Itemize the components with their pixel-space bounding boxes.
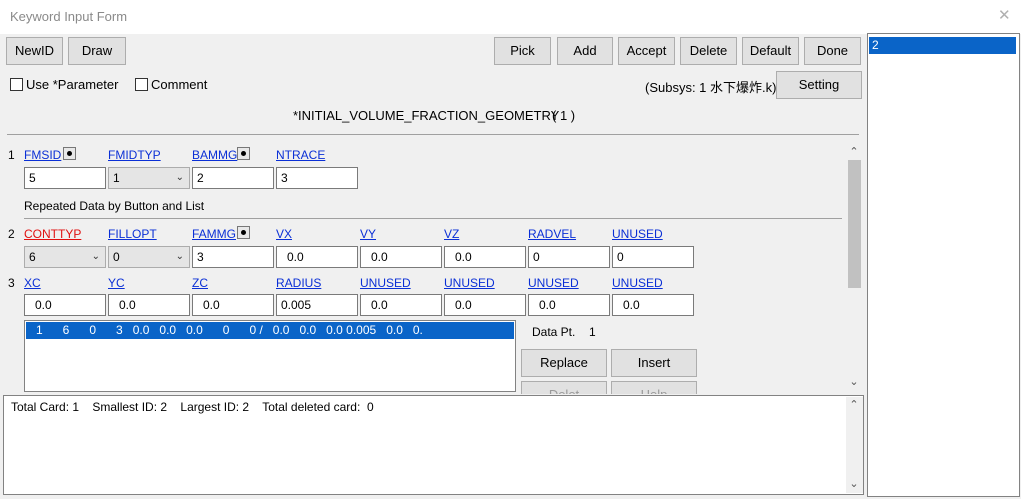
replace-button[interactable]: Replace [521, 349, 607, 377]
id-list[interactable] [867, 33, 1020, 497]
field-label-vx[interactable]: VX [276, 227, 292, 241]
conttyp-value: 6 [29, 250, 36, 264]
pick-dot-icon[interactable] [237, 147, 250, 160]
insert-button[interactable]: Insert [611, 349, 697, 377]
field-label-fillopt[interactable]: FILLOPT [108, 227, 157, 241]
field-label-yc[interactable]: YC [108, 276, 125, 290]
xc-input[interactable]: 0.0 [24, 294, 106, 316]
data-pt-value: 1 [589, 325, 596, 339]
fillopt-value: 0 [113, 250, 120, 264]
field-label-xc[interactable]: XC [24, 276, 41, 290]
field-label-unused[interactable]: UNUSED [444, 276, 495, 290]
chevron-down-icon: ⌄ [91, 251, 100, 262]
unused-input[interactable]: 0.0 [360, 294, 442, 316]
field-label-conttyp[interactable]: CONTTYP [24, 227, 81, 241]
keyword-count: ( 1 ) [552, 108, 576, 123]
comment-checkbox[interactable] [135, 78, 148, 91]
repeated-data-list[interactable]: 1 6 0 3 0.0 0.0 0.0 0 0 / 0.0 0.0 0.0 0.… [24, 320, 516, 392]
clipped-button-area: Delet Help [521, 381, 697, 394]
use-parameter-label: Use *Parameter [26, 77, 119, 92]
fmidtyp-select[interactable]: 1 ⌄ [108, 167, 190, 189]
fammg-input[interactable]: 3 [192, 246, 274, 268]
radius-input[interactable]: 0.005 [276, 294, 358, 316]
delete-button[interactable]: Delete [680, 37, 737, 65]
field-label-radvel[interactable]: RADVEL [528, 227, 576, 241]
subsys-label: (Subsys: 1 水下爆炸.k) [645, 80, 777, 95]
main-scrollbar[interactable]: ⌃ ⌄ [846, 143, 863, 393]
field-label-radius[interactable]: RADIUS [276, 276, 321, 290]
use-parameter-checkbox[interactable] [10, 78, 23, 91]
vy-input[interactable]: 0.0 [360, 246, 442, 268]
scroll-up-icon[interactable]: ⌃ [846, 145, 862, 158]
pick-dot-icon[interactable] [63, 147, 76, 160]
unused-input[interactable]: 0.0 [528, 294, 610, 316]
repeated-data-header: Repeated Data by Button and List [24, 199, 205, 213]
chevron-down-icon: ⌄ [175, 251, 184, 262]
accept-button[interactable]: Accept [618, 37, 675, 65]
status-text: Total Card: 1 Smallest ID: 2 Largest ID:… [11, 400, 374, 414]
field-label-vy[interactable]: VY [360, 227, 376, 241]
status-scrollbar[interactable]: ⌃ ⌄ [846, 397, 863, 493]
data-pt-label: Data Pt. [532, 325, 576, 339]
vz-input[interactable]: 0.0 [444, 246, 526, 268]
card-1-number: 1 [8, 148, 15, 162]
add-button[interactable]: Add [557, 37, 613, 65]
title-bar [0, 0, 1021, 34]
help-button[interactable]: Help [611, 381, 697, 394]
comment-label: Comment [151, 77, 208, 92]
field-label-unused[interactable]: UNUSED [612, 227, 663, 241]
divider [24, 218, 842, 219]
unused-input[interactable]: 0 [612, 246, 694, 268]
radvel-input[interactable]: 0 [528, 246, 610, 268]
unused-input[interactable]: 0.0 [444, 294, 526, 316]
bammg-input[interactable]: 2 [192, 167, 274, 189]
zc-input[interactable]: 0.0 [192, 294, 274, 316]
yc-input[interactable]: 0.0 [108, 294, 190, 316]
unused-input[interactable]: 0.0 [612, 294, 694, 316]
fmsid-input[interactable]: 5 [24, 167, 106, 189]
list-item[interactable]: 1 6 0 3 0.0 0.0 0.0 0 0 / 0.0 0.0 0.0 0.… [26, 322, 514, 339]
field-label-unused[interactable]: UNUSED [612, 276, 663, 290]
window-title: Keyword Input Form [10, 9, 128, 24]
card-2-number: 2 [8, 227, 15, 241]
setting-button[interactable]: Setting [776, 71, 862, 99]
field-label-unused[interactable]: UNUSED [360, 276, 411, 290]
card-3-number: 3 [8, 276, 15, 290]
chevron-down-icon: ⌄ [175, 172, 184, 183]
divider [7, 134, 859, 135]
newid-button[interactable]: NewID [6, 37, 63, 65]
vx-input[interactable]: 0.0 [276, 246, 358, 268]
draw-button[interactable]: Draw [68, 37, 126, 65]
close-icon[interactable]: ✕ [998, 7, 1011, 25]
field-label-zc[interactable]: ZC [192, 276, 208, 290]
field-label-bammg[interactable]: BAMMG [192, 148, 237, 162]
done-button[interactable]: Done [804, 37, 861, 65]
field-label-fmsid[interactable]: FMSID [24, 148, 61, 162]
conttyp-select[interactable]: 6 ⌄ [24, 246, 106, 268]
field-label-unused[interactable]: UNUSED [528, 276, 579, 290]
pick-dot-icon[interactable] [237, 226, 250, 239]
scroll-up-icon[interactable]: ⌃ [846, 398, 862, 411]
ntrace-input[interactable]: 3 [276, 167, 358, 189]
keyword-title: *INITIAL_VOLUME_FRACTION_GEOMETRY [293, 108, 560, 123]
fmidtyp-value: 1 [113, 171, 120, 185]
field-label-fmidtyp[interactable]: FMIDTYP [108, 148, 161, 162]
delete-row-button[interactable]: Delet [521, 381, 607, 394]
scroll-down-icon[interactable]: ⌄ [846, 375, 862, 388]
field-label-ntrace[interactable]: NTRACE [276, 148, 325, 162]
id-list-item[interactable]: 2 [869, 37, 1016, 54]
scroll-down-icon[interactable]: ⌄ [846, 477, 862, 490]
default-button[interactable]: Default [742, 37, 799, 65]
pick-button[interactable]: Pick [494, 37, 551, 65]
scrollbar-thumb[interactable] [848, 160, 861, 288]
field-label-fammg[interactable]: FAMMG [192, 227, 236, 241]
field-label-vz[interactable]: VZ [444, 227, 459, 241]
fillopt-select[interactable]: 0 ⌄ [108, 246, 190, 268]
